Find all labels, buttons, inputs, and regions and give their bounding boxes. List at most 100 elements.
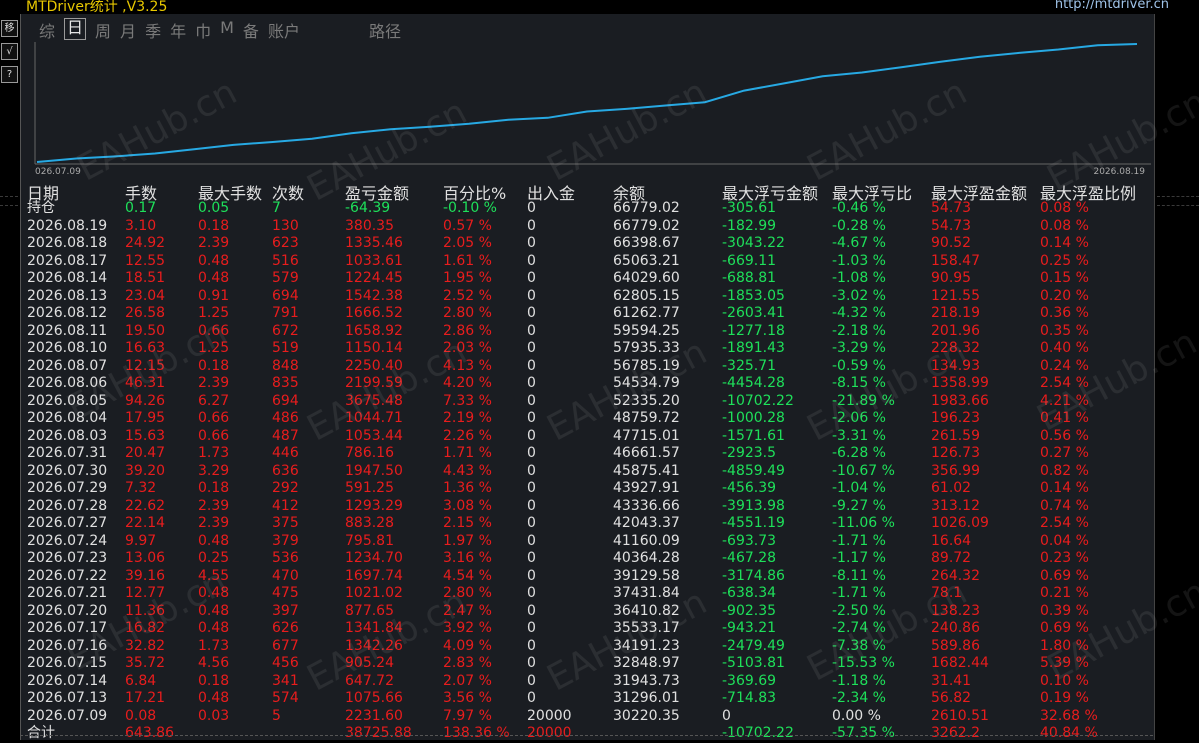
table-row[interactable]: 2026.07.14 6.84 0.18 341 647.72 2.07 % 0 31943.… (27, 673, 1153, 691)
table-row[interactable]: 2026.08.13 23.04 0.91 694 1542.38 2.52 % 0 6280… (27, 288, 1153, 306)
check-icon[interactable]: √ (1, 43, 18, 60)
cell-col-5: -0.10 % (443, 200, 497, 216)
table-row[interactable]: 2026.07.23 13.06 0.25 536 1234.70 3.16 % 0 4036… (27, 550, 1153, 568)
move-icon[interactable]: 移 (1, 20, 18, 37)
table-row[interactable]: 2026.07.15 35.72 4.56 456 905.24 2.83 % 0 32848… (27, 655, 1153, 673)
table-row[interactable]: 2026.08.19 3.10 0.18 130 380.35 0.57 % 0 66779.… (27, 218, 1153, 236)
cell-col-6: 0 (527, 322, 536, 339)
cell-col-3: 292 (272, 480, 299, 496)
tab-1[interactable]: 日 (64, 18, 87, 40)
tab-4[interactable]: 季 (145, 18, 161, 41)
position-row[interactable]: 持仓 0.17 0.05 7 -64.39 -0.10 % 0 66779.02 -305.61… (27, 200, 1153, 218)
table-row[interactable]: 2026.07.22 39.16 4.55 470 1697.74 4.54 % 0 3912… (27, 568, 1153, 586)
table-row[interactable]: 2026.07.29 7.32 0.18 292 591.25 1.36 % 0 43927.… (27, 480, 1153, 498)
table-row[interactable]: 2026.07.13 17.21 0.48 574 1075.66 3.56 % 0 3129… (27, 690, 1153, 708)
table-row[interactable]: 2026.07.09 0.08 0.03 5 2231.60 7.97 % 20000 302… (27, 708, 1153, 726)
help-icon[interactable]: ? (1, 66, 18, 83)
cell-col-3: 694 (272, 392, 299, 409)
tab-3[interactable]: 月 (120, 18, 136, 41)
cell-col-9: -0.28 % (832, 217, 886, 234)
cell-col-8: -456.39 (722, 480, 777, 496)
cell-col-0: 2026.07.17 (27, 620, 108, 636)
cell-col-10: 2610.51 (931, 707, 989, 724)
tab-10[interactable]: 路径 (369, 18, 401, 41)
tab-7[interactable]: M (220, 18, 234, 40)
cell-col-6: 0 (527, 445, 536, 461)
table-row[interactable]: 2026.08.05 94.26 6.27 694 3675.48 7.33 % 0 5233… (27, 393, 1153, 411)
cell-col-11: 0.82 % (1040, 462, 1089, 479)
cell-col-7: 30220.35 (613, 707, 680, 724)
tab-5[interactable]: 年 (170, 18, 186, 41)
table-row[interactable]: 2026.08.17 12.55 0.48 516 1033.61 1.61 % 0 6506… (27, 253, 1153, 271)
cell-col-11: 0.14 % (1040, 480, 1089, 496)
cell-col-0: 2026.07.15 (27, 655, 108, 671)
tab-2[interactable]: 周 (95, 18, 111, 41)
cell-col-7: 39129.58 (613, 567, 680, 584)
table-row[interactable]: 2026.07.21 12.77 0.48 475 1021.02 2.80 % 0 3743… (27, 585, 1153, 603)
table-row[interactable]: 2026.07.30 39.20 3.29 636 1947.50 4.43 % 0 4587… (27, 463, 1153, 481)
cell-col-4: 380.35 (345, 217, 394, 234)
cell-col-11: 0.08 % (1040, 200, 1089, 216)
cell-col-9: -1.71 % (832, 585, 886, 601)
cell-col-8: -693.73 (722, 532, 777, 549)
table-row[interactable]: 2026.08.06 46.31 2.39 835 2199.59 4.20 % 0 5453… (27, 375, 1153, 393)
table-row[interactable]: 2026.07.17 16.82 0.48 626 1341.84 3.92 % 0 3553… (27, 620, 1153, 638)
table-row[interactable]: 2026.07.20 11.36 0.48 397 877.65 2.47 % 0 36410… (27, 603, 1153, 621)
cell-col-4: 1666.52 (345, 305, 403, 321)
website-link[interactable]: http://mtdriver.cn (1055, 0, 1169, 12)
tab-6[interactable]: 巾 (195, 18, 211, 41)
cell-col-10: 31.41 (931, 672, 972, 689)
table-row[interactable]: 2026.07.27 22.14 2.39 375 883.28 2.15 % 0 42043… (27, 515, 1153, 533)
cell-col-5: 3.56 % (443, 690, 492, 706)
cell-col-11: 0.69 % (1040, 567, 1089, 584)
cell-col-10: 121.55 (931, 287, 980, 304)
cell-col-10: 54.73 (931, 200, 972, 216)
cell-col-11: 0.36 % (1040, 305, 1089, 321)
cell-col-3: 536 (272, 550, 299, 566)
cell-col-7: 37431.84 (613, 585, 680, 601)
table-row[interactable]: 2026.07.31 20.47 1.73 446 786.16 1.71 % 0 46661… (27, 445, 1153, 463)
cell-col-9: -3.02 % (832, 287, 886, 304)
table-row[interactable]: 2026.08.11 19.50 0.66 672 1658.92 2.86 % 0 5959… (27, 323, 1153, 341)
cell-col-1: 20.47 (125, 445, 166, 461)
cell-col-6: 0 (527, 620, 536, 636)
cell-col-10: 90.52 (931, 235, 972, 251)
cell-col-4: 786.16 (345, 445, 394, 461)
cell-col-10: 240.86 (931, 620, 980, 636)
cell-col-7: 32848.97 (613, 655, 680, 671)
table-row[interactable]: 2026.08.18 24.92 2.39 623 1335.46 2.05 % 0 6639… (27, 235, 1153, 253)
cell-col-1: 11.36 (125, 602, 166, 619)
cell-col-0: 2026.08.18 (27, 235, 108, 251)
cell-col-2: 0.66 (198, 322, 230, 339)
table-row[interactable]: 2026.08.04 17.95 0.66 486 1044.71 2.19 % 0 4875… (27, 410, 1153, 428)
cell-col-8: -1853.05 (722, 287, 785, 304)
table-row[interactable]: 2026.08.07 12.15 0.18 848 2250.40 4.13 % 0 5678… (27, 358, 1153, 376)
tab-0[interactable]: 综 (39, 18, 55, 41)
table-row[interactable]: 2026.08.14 18.51 0.48 579 1224.45 1.95 % 0 6402… (27, 270, 1153, 288)
cell-col-6: 0 (527, 410, 536, 426)
table-row[interactable]: 2026.07.28 22.62 2.39 412 1293.29 3.08 % 0 4333… (27, 498, 1153, 516)
table-row[interactable]: 2026.07.16 32.82 1.73 677 1342.26 4.09 % 0 3419… (27, 638, 1153, 656)
cell-col-2: 2.39 (198, 515, 230, 531)
cell-col-11: 32.68 % (1040, 707, 1098, 724)
cell-col-2: 1.73 (198, 637, 230, 654)
table-row[interactable]: 2026.08.10 16.63 1.25 519 1150.14 2.03 % 0 5793… (27, 340, 1153, 358)
tab-9[interactable]: 账户 (268, 18, 300, 41)
cell-col-8: -3174.86 (722, 567, 785, 584)
cell-col-4: 2250.40 (345, 357, 403, 374)
cell-col-3: 623 (272, 235, 299, 251)
cell-col-4: 3675.48 (345, 392, 403, 409)
table-row[interactable]: 2026.08.03 15.63 0.66 487 1053.44 2.26 % 0 4771… (27, 428, 1153, 446)
cell-col-1: 7.32 (125, 480, 157, 496)
tab-8[interactable]: 备 (243, 18, 259, 41)
cell-col-8: 0 (722, 707, 731, 724)
cell-col-2: 2.39 (198, 497, 230, 514)
cell-col-2: 0.18 (198, 357, 230, 374)
cell-col-9: -9.27 % (832, 497, 886, 514)
cell-col-6: 0 (527, 287, 536, 304)
table-row[interactable]: 2026.07.24 9.97 0.48 379 795.81 1.97 % 0 41160.… (27, 533, 1153, 551)
cell-col-7: 65063.21 (613, 252, 680, 269)
table-row[interactable]: 2026.08.12 26.58 1.25 791 1666.52 2.80 % 0 6126… (27, 305, 1153, 323)
cell-col-11: 1.80 % (1040, 637, 1089, 654)
cell-col-11: 0.27 % (1040, 445, 1089, 461)
